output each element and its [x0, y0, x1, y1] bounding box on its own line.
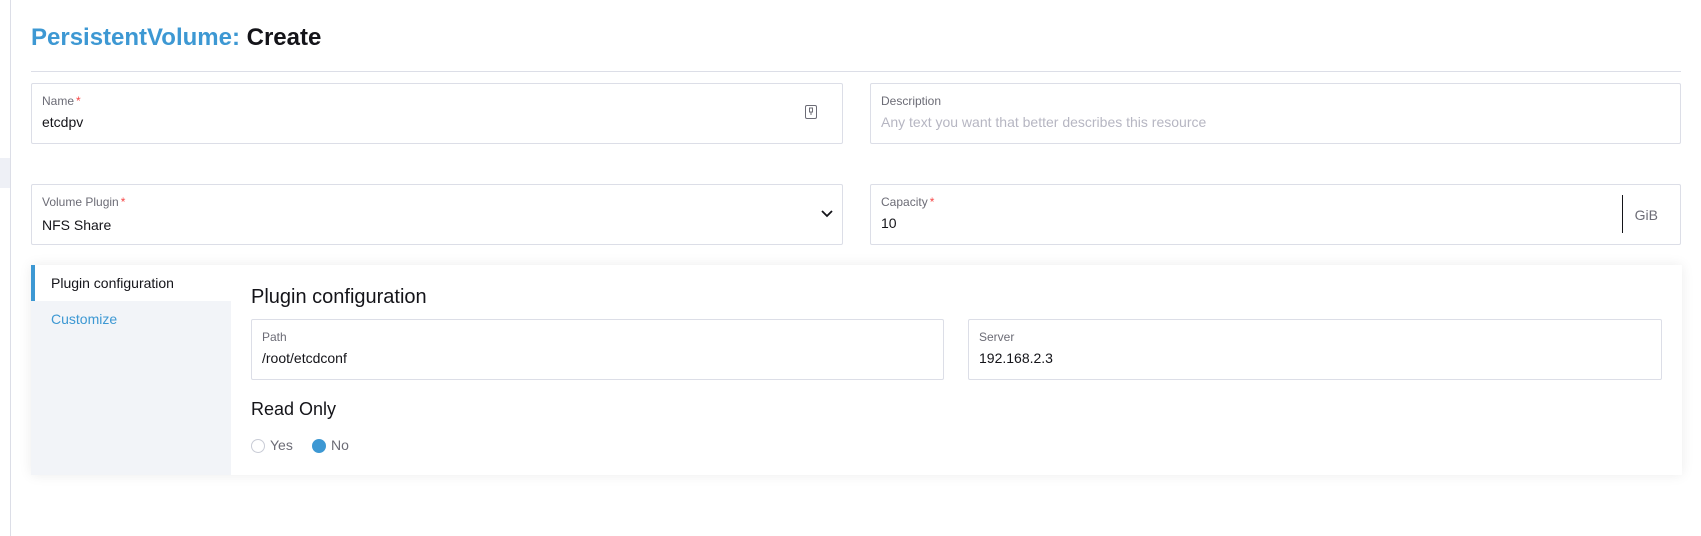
capacity-unit: GiB: [1634, 207, 1658, 223]
required-marker: *: [929, 195, 935, 209]
header-divider: [31, 71, 1681, 72]
name-label: Name *: [42, 94, 81, 108]
copy-icon[interactable]: [805, 105, 817, 119]
description-field[interactable]: Description Any text you want that bette…: [870, 83, 1681, 144]
capacity-field[interactable]: Capacity * 10 GiB: [870, 184, 1681, 245]
unit-divider: [1622, 195, 1623, 233]
server-input[interactable]: 192.168.2.3: [979, 350, 1053, 366]
radio-yes-label[interactable]: Yes: [270, 437, 293, 453]
tab-plugin-configuration[interactable]: Plugin configuration: [31, 265, 231, 301]
volume-plugin-label: Volume Plugin *: [42, 195, 126, 209]
rail-tab[interactable]: [0, 158, 10, 188]
radio-yes[interactable]: [251, 439, 265, 453]
radio-no[interactable]: [312, 439, 326, 453]
page-action: Create: [246, 24, 322, 51]
name-field[interactable]: Name * etcdpv: [31, 83, 843, 144]
description-label: Description: [881, 94, 942, 108]
resource-kind: PersistentVolume:: [31, 24, 240, 51]
section-title: Plugin configuration: [251, 286, 427, 308]
page-title: PersistentVolume: Create: [31, 22, 321, 54]
capacity-input[interactable]: 10: [881, 215, 897, 231]
radio-no-label[interactable]: No: [331, 437, 349, 453]
server-field[interactable]: Server 192.168.2.3: [968, 319, 1662, 380]
required-marker: *: [120, 195, 126, 209]
chevron-down-icon[interactable]: [820, 206, 834, 220]
left-rail: [0, 0, 11, 536]
path-input[interactable]: /root/etcdconf: [262, 350, 347, 366]
side-nav: Plugin configuration Customize: [31, 265, 231, 475]
read-only-title: Read Only: [251, 399, 337, 419]
path-label: Path: [262, 330, 287, 344]
volume-plugin-select[interactable]: Volume Plugin * NFS Share: [31, 184, 843, 245]
required-marker: *: [76, 94, 81, 108]
server-label: Server: [979, 330, 1015, 344]
tab-customize[interactable]: Customize: [31, 301, 231, 337]
volume-plugin-value: NFS Share: [42, 217, 112, 233]
name-input[interactable]: etcdpv: [42, 114, 83, 130]
description-input[interactable]: Any text you want that better describes …: [881, 114, 1206, 130]
capacity-label: Capacity *: [881, 195, 935, 209]
plugin-config-panel: Plugin configuration Customize Plugin co…: [31, 265, 1682, 475]
path-field[interactable]: Path /root/etcdconf: [251, 319, 944, 380]
